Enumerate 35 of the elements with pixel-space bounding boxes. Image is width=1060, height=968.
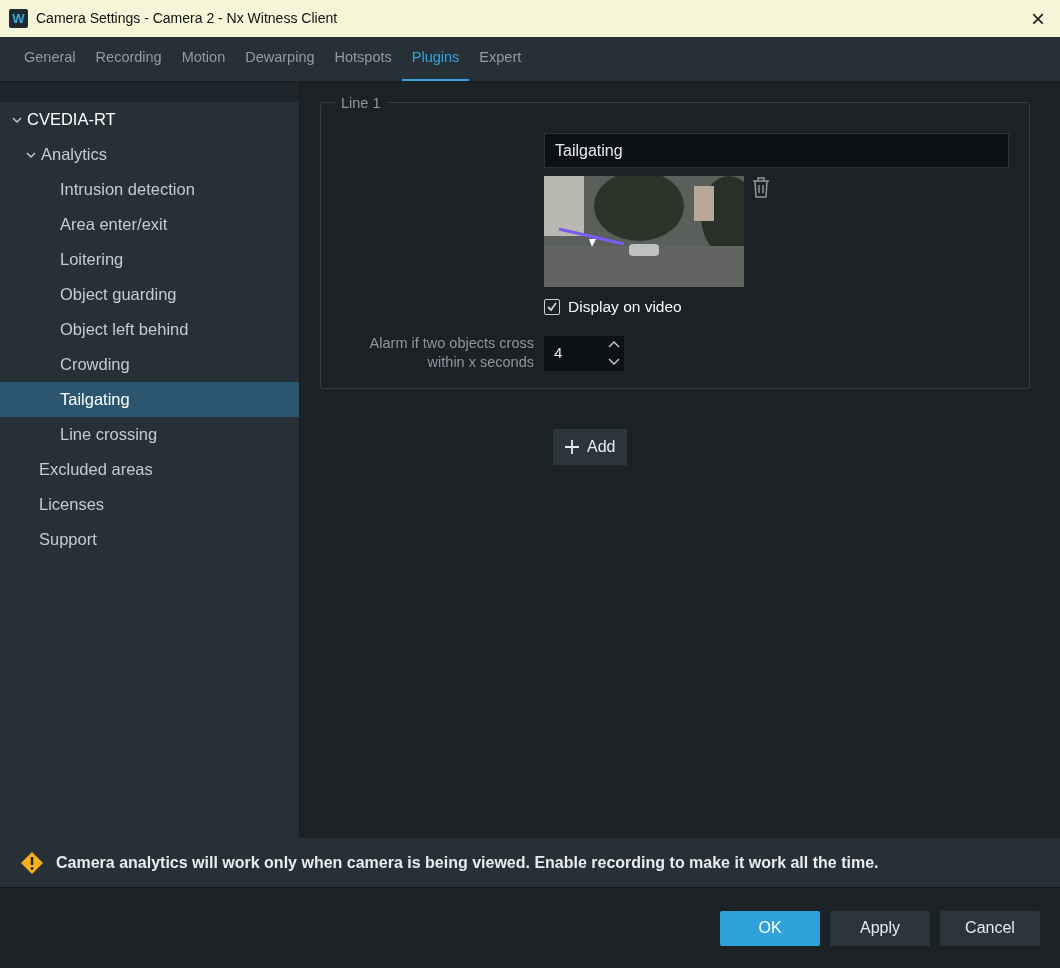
sidebar-item[interactable]: Area enter/exit: [0, 207, 299, 242]
window-title: Camera Settings - Camera 2 - Nx Witness Client: [36, 9, 338, 28]
sidebar-item[interactable]: Support: [0, 522, 299, 557]
add-button[interactable]: Add: [553, 428, 628, 465]
sidebar-item[interactable]: CVEDIA-RT: [0, 102, 299, 137]
sidebar-item[interactable]: Loitering: [0, 242, 299, 277]
sidebar-item[interactable]: Crowding: [0, 347, 299, 382]
tab[interactable]: Recording: [85, 37, 172, 81]
sidebar-item[interactable]: Tailgating: [0, 382, 299, 417]
trash-icon[interactable]: [752, 176, 770, 198]
tab[interactable]: General: [14, 37, 86, 81]
dialog-button[interactable]: Cancel: [940, 910, 1040, 946]
sidebar-item[interactable]: Intrusion detection: [0, 172, 299, 207]
sidebar-item[interactable]: Object guarding: [0, 277, 299, 312]
tab[interactable]: Expert: [469, 37, 532, 81]
tab[interactable]: Motion: [171, 37, 236, 81]
tab[interactable]: Plugins: [401, 37, 470, 81]
tab[interactable]: Dewarping: [235, 37, 325, 81]
name-field[interactable]: Tailgating: [544, 133, 1009, 168]
sidebar-item[interactable]: Excluded areas: [0, 452, 299, 487]
sidebar-item[interactable]: Line crossing: [0, 417, 299, 452]
sidebar-item[interactable]: Analytics: [0, 137, 299, 172]
checkbox-label: Display on video: [568, 297, 682, 317]
app-logo: W: [9, 9, 28, 28]
dialog-button[interactable]: Apply: [830, 910, 930, 946]
checkbox[interactable]: [544, 298, 560, 315]
sidebar-item[interactable]: Licenses: [0, 487, 299, 522]
number-spinbox[interactable]: 4: [544, 335, 624, 371]
alarm-label: Alarm if two objects cross within x seconds: [368, 334, 534, 372]
sidebar-item[interactable]: Object left behind: [0, 312, 299, 347]
warning-text: Camera analytics will work only when camera is being viewed. Enable recording to make it work all the time.: [56, 852, 879, 873]
close-button[interactable]: ×: [1025, 6, 1051, 31]
plus-icon: [565, 439, 579, 454]
tab[interactable]: Hotspots: [324, 37, 402, 81]
warning-icon: [20, 850, 44, 875]
